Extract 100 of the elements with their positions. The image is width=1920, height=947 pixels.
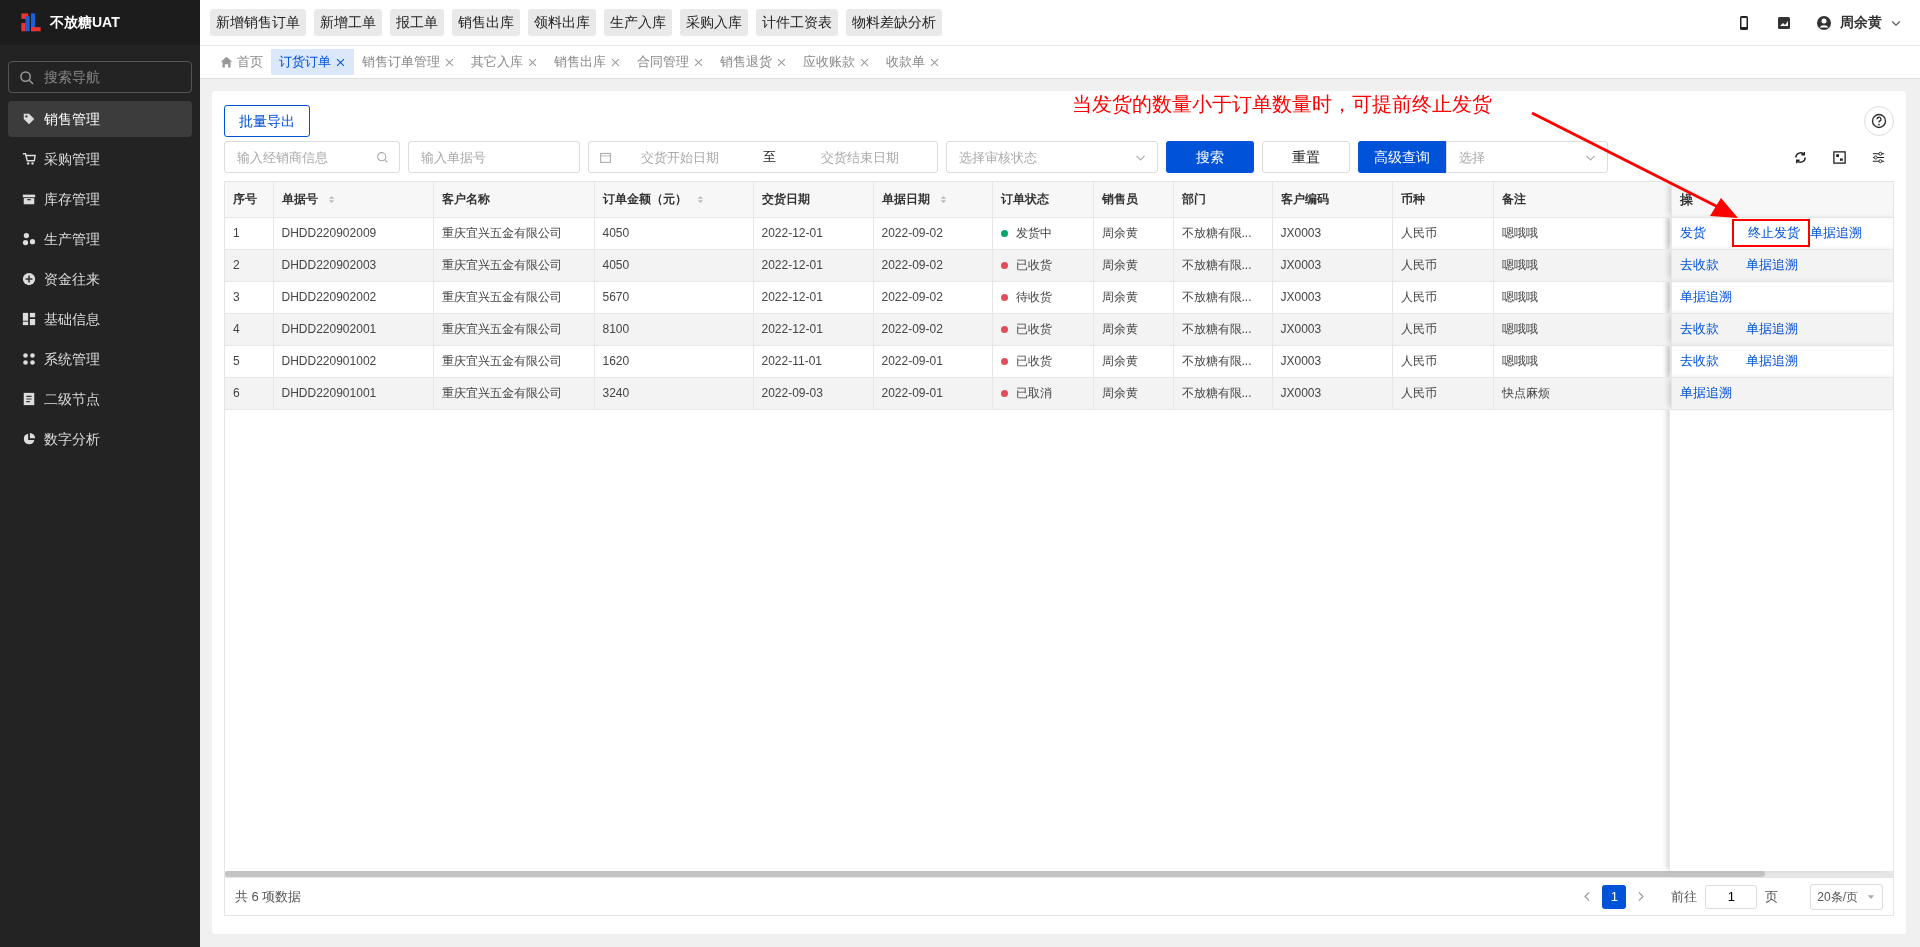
column-header: 序号 bbox=[233, 191, 257, 209]
refresh-icon[interactable] bbox=[1793, 149, 1808, 165]
advanced-search-button[interactable]: 高级查询 bbox=[1358, 141, 1446, 173]
close-icon[interactable] bbox=[859, 56, 870, 68]
quick-button[interactable]: 新增销售订单 bbox=[210, 9, 306, 36]
tab[interactable]: 销售退货 bbox=[712, 49, 795, 75]
sidebar-item[interactable]: 二级节点 bbox=[8, 381, 192, 417]
tab[interactable]: 销售出库 bbox=[546, 49, 629, 75]
action-link[interactable]: 单据追溯 bbox=[1809, 223, 1876, 243]
table-cell: 不放糖有限... bbox=[1181, 354, 1252, 368]
close-icon[interactable] bbox=[776, 56, 787, 68]
action-link[interactable]: 去收款 bbox=[1679, 319, 1746, 339]
close-icon[interactable] bbox=[610, 56, 621, 68]
column-header: 操 bbox=[1679, 190, 1693, 209]
sidebar-item[interactable]: 数字分析 bbox=[8, 421, 192, 457]
table-cell: 1 bbox=[233, 226, 240, 240]
table-cell: 1620 bbox=[602, 354, 630, 368]
help-icon bbox=[1871, 113, 1887, 129]
status-text: 已收货 bbox=[1015, 257, 1052, 274]
table-cell: JX0003 bbox=[1280, 258, 1322, 272]
quick-button[interactable]: 领料出库 bbox=[528, 9, 596, 36]
start-date-field[interactable]: 交货开始日期 bbox=[612, 143, 747, 171]
status-select[interactable]: 选择审核状态 bbox=[957, 143, 1126, 171]
quick-button[interactable]: 计件工资表 bbox=[756, 9, 838, 36]
table-cell: 不放糖有限... bbox=[1181, 386, 1252, 400]
quick-button[interactable]: 物料差缺分析 bbox=[846, 9, 942, 36]
export-button[interactable]: 批量导出 bbox=[224, 105, 310, 137]
table-cell: 2022-09-02 bbox=[881, 258, 943, 272]
table-cell: 周余黄 bbox=[1101, 290, 1138, 304]
tab[interactable]: 合同管理 bbox=[629, 49, 712, 75]
dealer-field[interactable]: 输入经销商信息 bbox=[235, 143, 368, 171]
home-icon bbox=[220, 55, 233, 69]
quick-button[interactable]: 报工单 bbox=[390, 9, 444, 36]
advanced-select[interactable]: 选择 bbox=[1457, 143, 1584, 171]
table-cell: DHDD220902002 bbox=[281, 290, 377, 304]
search-icon bbox=[19, 69, 34, 85]
layout-icon[interactable] bbox=[1832, 149, 1847, 165]
table-cell: 不放糖有限... bbox=[1181, 226, 1252, 240]
help-button[interactable] bbox=[1864, 106, 1894, 136]
action-link[interactable]: 终止发货 bbox=[1731, 219, 1810, 247]
reset-button[interactable]: 重置 bbox=[1262, 141, 1350, 173]
search-icon bbox=[376, 150, 389, 164]
sidebar-item[interactable]: 基础信息 bbox=[8, 301, 192, 337]
end-date-field[interactable]: 交货结束日期 bbox=[792, 143, 927, 171]
pie-chart-icon bbox=[22, 432, 36, 446]
scrollbar-thumb[interactable] bbox=[225, 871, 1765, 877]
page-button[interactable]: 1 bbox=[1602, 884, 1627, 909]
sidebar-item[interactable]: 销售管理 bbox=[8, 101, 192, 137]
tab[interactable]: 首页 bbox=[212, 49, 271, 75]
action-link[interactable]: 单据追溯 bbox=[1745, 255, 1812, 275]
table-cell: 重庆宜兴五金有限公司 bbox=[441, 226, 562, 240]
image-icon[interactable] bbox=[1776, 14, 1792, 31]
user-menu[interactable]: 周余黄 bbox=[1816, 12, 1902, 33]
tab[interactable]: 收款单 bbox=[878, 49, 948, 75]
table-cell: 2022-12-01 bbox=[761, 226, 823, 240]
table-cell: 周余黄 bbox=[1101, 322, 1138, 336]
sidebar-item[interactable]: 生产管理 bbox=[8, 221, 192, 257]
sidebar-item[interactable]: 采购管理 bbox=[8, 141, 192, 177]
quick-button[interactable]: 销售出库 bbox=[452, 9, 520, 36]
table-cell: 人民币 bbox=[1400, 386, 1437, 400]
tab[interactable]: 订货订单 bbox=[271, 49, 354, 75]
search-field[interactable]: 搜索导航 bbox=[42, 65, 182, 89]
action-link[interactable]: 单据追溯 bbox=[1745, 351, 1812, 371]
close-icon[interactable] bbox=[693, 56, 704, 68]
action-link[interactable]: 单据追溯 bbox=[1745, 319, 1812, 339]
status-select[interactable]: 选择审核状态 bbox=[946, 141, 1158, 173]
sidebar-item[interactable]: 系统管理 bbox=[8, 341, 192, 377]
tab[interactable]: 销售订单管理 bbox=[354, 49, 463, 75]
close-icon[interactable] bbox=[335, 56, 346, 68]
column-header: 单据号 bbox=[281, 191, 318, 209]
action-link[interactable]: 去收款 bbox=[1679, 351, 1746, 371]
close-icon[interactable] bbox=[527, 56, 538, 68]
tag-icon bbox=[22, 112, 36, 126]
table-cell: 2022-09-01 bbox=[881, 386, 943, 400]
table-cell: 2022-09-01 bbox=[881, 354, 943, 368]
tab[interactable]: 应收账款 bbox=[795, 49, 878, 75]
table-cell: 3 bbox=[233, 290, 240, 304]
quick-button[interactable]: 采购入库 bbox=[680, 9, 748, 36]
search-button[interactable]: 搜索 bbox=[1166, 141, 1254, 173]
page-input[interactable]: 1 bbox=[1705, 884, 1758, 909]
search-field[interactable]: 搜索导航 bbox=[8, 61, 192, 93]
page-unit: 页 bbox=[1765, 887, 1779, 906]
table-cell: 快点麻烦 bbox=[1501, 386, 1550, 400]
action-link[interactable]: 单据追溯 bbox=[1679, 383, 1746, 403]
close-icon[interactable] bbox=[444, 56, 455, 68]
tab[interactable]: 其它入库 bbox=[463, 49, 546, 75]
advanced-select[interactable]: 选择 bbox=[1446, 141, 1608, 173]
page-size-select[interactable]: 20条/页 bbox=[1810, 883, 1883, 910]
number-field[interactable]: 输入单据号 bbox=[408, 141, 580, 173]
dealer-field[interactable]: 输入经销商信息 bbox=[224, 141, 400, 173]
settings-icon[interactable] bbox=[1871, 149, 1886, 165]
action-link[interactable]: 单据追溯 bbox=[1679, 287, 1746, 307]
sidebar-item[interactable]: 资金往来 bbox=[8, 261, 192, 297]
number-field[interactable]: 输入单据号 bbox=[419, 143, 569, 171]
action-link[interactable]: 去收款 bbox=[1679, 255, 1746, 275]
date-range-field[interactable]: 交货开始日期 至 交货结束日期 bbox=[588, 141, 938, 173]
sidebar-item[interactable]: 库存管理 bbox=[8, 181, 192, 217]
close-icon[interactable] bbox=[929, 56, 940, 68]
quick-button[interactable]: 生产入库 bbox=[604, 9, 672, 36]
quick-button[interactable]: 新增工单 bbox=[314, 9, 382, 36]
